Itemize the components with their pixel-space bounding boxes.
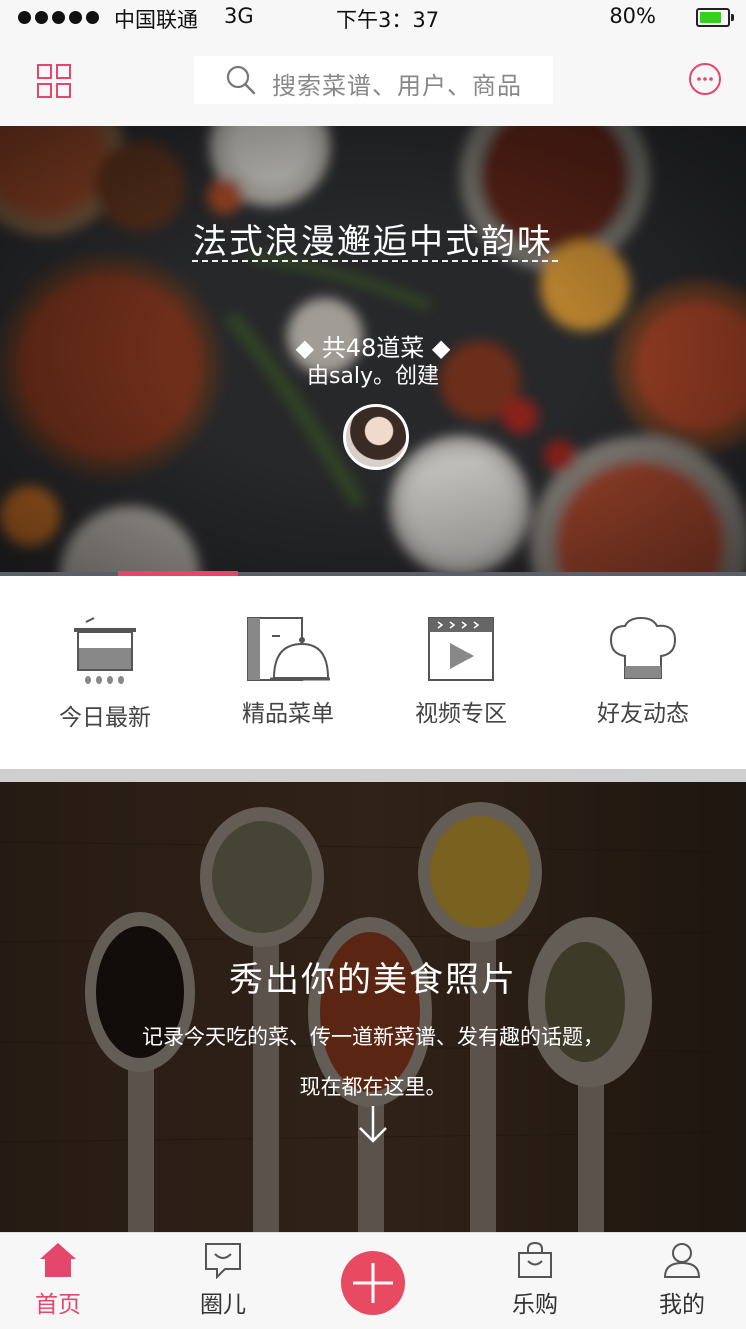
plus-icon xyxy=(353,1263,393,1303)
tab-label: 乐购 xyxy=(512,1292,558,1318)
banner-creator: 由saly。创建 xyxy=(306,364,440,389)
category-premium-menu[interactable]: 精品菜单 xyxy=(208,616,368,728)
search-placeholder: 搜索菜谱、用户、商品 xyxy=(272,72,522,100)
tab-label: 我的 xyxy=(659,1292,705,1318)
category-row: 今日最新 精品菜单 视频专区 好友动态 xyxy=(0,576,746,769)
search-icon xyxy=(226,65,256,95)
user-icon xyxy=(663,1243,701,1278)
battery-icon xyxy=(696,8,734,27)
add-post-button[interactable] xyxy=(341,1251,405,1315)
shopping-bag-icon xyxy=(518,1241,552,1278)
chef-hat-icon xyxy=(609,616,677,679)
arrow-down-icon[interactable] xyxy=(358,1104,388,1144)
chat-bubble-icon xyxy=(205,1243,241,1280)
network-label: 3G xyxy=(224,4,254,28)
home-icon xyxy=(40,1243,76,1277)
title-divider xyxy=(192,260,558,262)
spices-photo xyxy=(0,782,746,1232)
promo-headline: 秀出你的美食照片 xyxy=(229,960,517,1000)
promo-line-1: 记录今天吃的菜、传一道新菜谱、发有趣的话题， xyxy=(142,1025,604,1049)
category-label: 精品菜单 xyxy=(242,701,334,727)
signal-icon xyxy=(18,11,99,24)
share-photo-promo[interactable]: 秀出你的美食照片 记录今天吃的菜、传一道新菜谱、发有趣的话题， 现在都在这里。 xyxy=(0,782,746,1232)
menu-cloche-icon xyxy=(247,617,330,681)
featured-banner[interactable]: 法式浪漫邂逅中式韵味 ◆ 共48道菜 ◆ 由saly。创建 xyxy=(0,126,746,576)
category-label: 视频专区 xyxy=(415,701,507,727)
battery-percent: 80% xyxy=(609,4,656,28)
status-bar: 中国联通 3G 下午3：37 80% xyxy=(0,0,746,34)
tab-label: 圈儿 xyxy=(200,1292,246,1318)
section-divider xyxy=(0,769,746,782)
pot-icon xyxy=(74,617,136,684)
bottom-tab-bar: 首页 圈儿 乐购 我的 xyxy=(0,1232,746,1329)
category-label: 今日最新 xyxy=(59,705,151,731)
carrier-label: 中国联通 xyxy=(114,8,198,32)
video-icon xyxy=(428,617,494,681)
tab-profile[interactable]: 我的 xyxy=(627,1241,737,1319)
category-today-new[interactable]: 今日最新 xyxy=(25,616,185,732)
top-bar: 搜索菜谱、用户、商品 xyxy=(0,34,746,126)
banner-title: 法式浪漫邂逅中式韵味 xyxy=(193,222,553,262)
grid-icon[interactable] xyxy=(37,64,71,98)
tab-circle[interactable]: 圈儿 xyxy=(168,1241,278,1319)
message-dots-icon[interactable] xyxy=(688,62,722,96)
category-label: 好友动态 xyxy=(597,701,689,727)
category-friend-updates[interactable]: 好友动态 xyxy=(563,616,723,728)
creator-avatar[interactable] xyxy=(343,404,409,470)
search-bar[interactable]: 搜索菜谱、用户、商品 xyxy=(194,56,553,104)
tab-label: 首页 xyxy=(35,1292,81,1318)
clock: 下午3：37 xyxy=(336,8,440,32)
category-video[interactable]: 视频专区 xyxy=(381,616,541,728)
promo-description: 记录今天吃的菜、传一道新菜谱、发有趣的话题， 现在都在这里。 xyxy=(0,1012,746,1112)
tab-shop[interactable]: 乐购 xyxy=(480,1241,590,1319)
tab-home[interactable]: 首页 xyxy=(3,1241,113,1319)
